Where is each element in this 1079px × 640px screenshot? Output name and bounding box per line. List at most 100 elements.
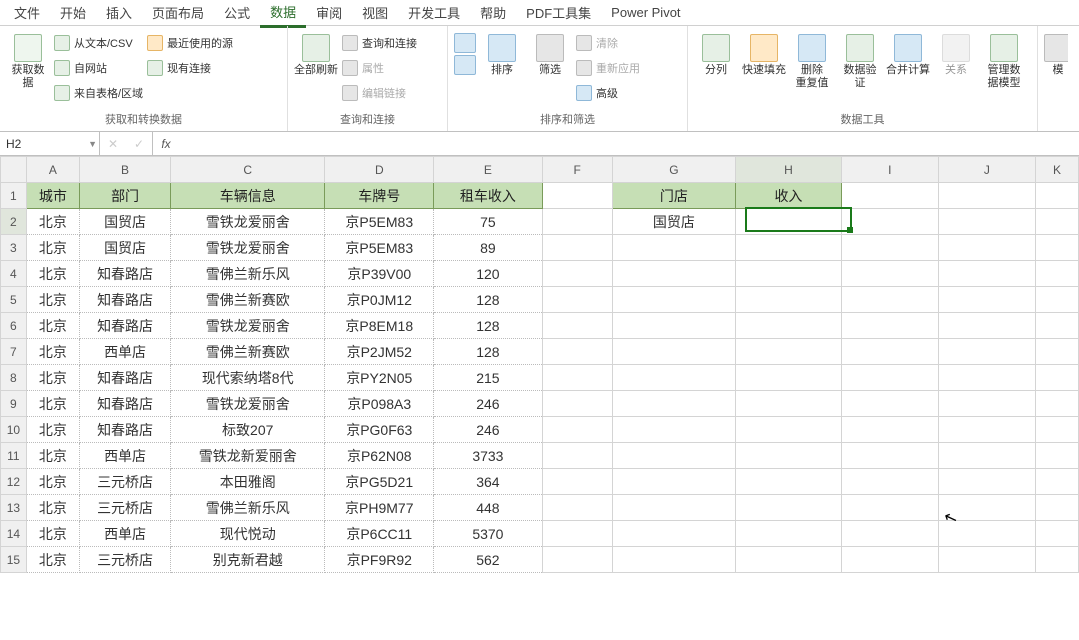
cell-E6[interactable]: 128 <box>434 313 542 339</box>
cell-E5[interactable]: 128 <box>434 287 542 313</box>
cell-E10[interactable]: 246 <box>434 417 542 443</box>
cell-G11[interactable] <box>612 443 735 469</box>
cell-A14[interactable]: 北京 <box>26 521 79 547</box>
cell-C5[interactable]: 雪佛兰新赛欧 <box>171 287 325 313</box>
cell-B9[interactable]: 知春路店 <box>80 391 171 417</box>
filter-button[interactable]: 筛选 <box>528 32 572 77</box>
cell-E15[interactable]: 562 <box>434 547 542 573</box>
cell-K2[interactable] <box>1035 209 1078 235</box>
col-header-F[interactable]: F <box>542 157 612 183</box>
cell-I8[interactable] <box>841 365 938 391</box>
cell-B13[interactable]: 三元桥店 <box>80 495 171 521</box>
cell-H10[interactable] <box>736 417 842 443</box>
whatif-button[interactable]: 模 <box>1044 32 1068 77</box>
queries-conn-button[interactable]: 查询和连接 <box>342 32 417 54</box>
cell-D7[interactable]: 京P2JM52 <box>325 339 434 365</box>
cell-G2[interactable]: 国贸店 <box>612 209 735 235</box>
cell-J13[interactable] <box>938 495 1035 521</box>
cell-K15[interactable] <box>1035 547 1078 573</box>
cell-K12[interactable] <box>1035 469 1078 495</box>
cell-I12[interactable] <box>841 469 938 495</box>
advanced-filter-button[interactable]: 高级 <box>576 82 640 104</box>
cell-A7[interactable]: 北京 <box>26 339 79 365</box>
existing-conn-button[interactable]: 现有连接 <box>147 57 233 79</box>
cell-H2[interactable] <box>736 209 842 235</box>
tab-data[interactable]: 数据 <box>260 0 306 28</box>
cell-C12[interactable]: 本田雅阁 <box>171 469 325 495</box>
cell-E13[interactable]: 448 <box>434 495 542 521</box>
cell-H5[interactable] <box>736 287 842 313</box>
cell-I3[interactable] <box>841 235 938 261</box>
cell-F6[interactable] <box>542 313 612 339</box>
cell-K7[interactable] <box>1035 339 1078 365</box>
get-data-button[interactable]: 获取数 据 <box>6 32 50 90</box>
cell-J5[interactable] <box>938 287 1035 313</box>
cell-D10[interactable]: 京PG0F63 <box>325 417 434 443</box>
cell-F15[interactable] <box>542 547 612 573</box>
cell-D3[interactable]: 京P5EM83 <box>325 235 434 261</box>
row-header-5[interactable]: 5 <box>1 287 27 313</box>
cell-C8[interactable]: 现代索纳塔8代 <box>171 365 325 391</box>
reapply-button[interactable]: 重新应用 <box>576 57 640 79</box>
cell-K1[interactable] <box>1035 183 1078 209</box>
cell-K11[interactable] <box>1035 443 1078 469</box>
data-validation-button[interactable]: 数据验 证 <box>838 32 882 90</box>
cell-C10[interactable]: 标致207 <box>171 417 325 443</box>
cell-C9[interactable]: 雪铁龙爱丽舍 <box>171 391 325 417</box>
cell-D2[interactable]: 京P5EM83 <box>325 209 434 235</box>
cell-I14[interactable] <box>841 521 938 547</box>
cell-K14[interactable] <box>1035 521 1078 547</box>
cell-E11[interactable]: 3733 <box>434 443 542 469</box>
cell-F9[interactable] <box>542 391 612 417</box>
cell-A4[interactable]: 北京 <box>26 261 79 287</box>
row-header-10[interactable]: 10 <box>1 417 27 443</box>
cell-F11[interactable] <box>542 443 612 469</box>
edit-links-button[interactable]: 编辑链接 <box>342 82 417 104</box>
cell-G13[interactable] <box>612 495 735 521</box>
cell-C4[interactable]: 雪佛兰新乐风 <box>171 261 325 287</box>
cell-H11[interactable] <box>736 443 842 469</box>
row-header-8[interactable]: 8 <box>1 365 27 391</box>
recent-sources-button[interactable]: 最近使用的源 <box>147 32 233 54</box>
cell-I15[interactable] <box>841 547 938 573</box>
cell-D15[interactable]: 京PF9R92 <box>325 547 434 573</box>
col-header-K[interactable]: K <box>1035 157 1078 183</box>
cell-C11[interactable]: 雪铁龙新爱丽舍 <box>171 443 325 469</box>
cell-H8[interactable] <box>736 365 842 391</box>
tab-view[interactable]: 视图 <box>352 0 398 26</box>
cell-J12[interactable] <box>938 469 1035 495</box>
cell-C1[interactable]: 车辆信息 <box>171 183 325 209</box>
cell-D13[interactable]: 京PH9M77 <box>325 495 434 521</box>
cell-G12[interactable] <box>612 469 735 495</box>
cell-H12[interactable] <box>736 469 842 495</box>
cell-J7[interactable] <box>938 339 1035 365</box>
cell-K13[interactable] <box>1035 495 1078 521</box>
cell-H7[interactable] <box>736 339 842 365</box>
cell-D6[interactable]: 京P8EM18 <box>325 313 434 339</box>
cell-C6[interactable]: 雪铁龙爱丽舍 <box>171 313 325 339</box>
sort-asc-button[interactable] <box>454 32 476 54</box>
cell-E1[interactable]: 租车收入 <box>434 183 542 209</box>
tab-layout[interactable]: 页面布局 <box>142 0 214 26</box>
tab-insert[interactable]: 插入 <box>96 0 142 26</box>
cell-K8[interactable] <box>1035 365 1078 391</box>
cell-I10[interactable] <box>841 417 938 443</box>
tab-formulas[interactable]: 公式 <box>214 0 260 26</box>
cell-B6[interactable]: 知春路店 <box>80 313 171 339</box>
tab-help[interactable]: 帮助 <box>470 0 516 26</box>
cell-I9[interactable] <box>841 391 938 417</box>
cell-E9[interactable]: 246 <box>434 391 542 417</box>
cell-B12[interactable]: 三元桥店 <box>80 469 171 495</box>
cell-J3[interactable] <box>938 235 1035 261</box>
col-header-J[interactable]: J <box>938 157 1035 183</box>
cell-H1[interactable]: 收入 <box>736 183 842 209</box>
cell-I11[interactable] <box>841 443 938 469</box>
tab-home[interactable]: 开始 <box>50 0 96 26</box>
cancel-icon[interactable]: ✕ <box>100 137 126 151</box>
col-header-A[interactable]: A <box>26 157 79 183</box>
fx-button[interactable]: fx <box>153 132 179 155</box>
col-header-H[interactable]: H <box>736 157 842 183</box>
cell-F13[interactable] <box>542 495 612 521</box>
sort-button[interactable]: 排序 <box>480 32 524 77</box>
cell-D9[interactable]: 京P098A3 <box>325 391 434 417</box>
